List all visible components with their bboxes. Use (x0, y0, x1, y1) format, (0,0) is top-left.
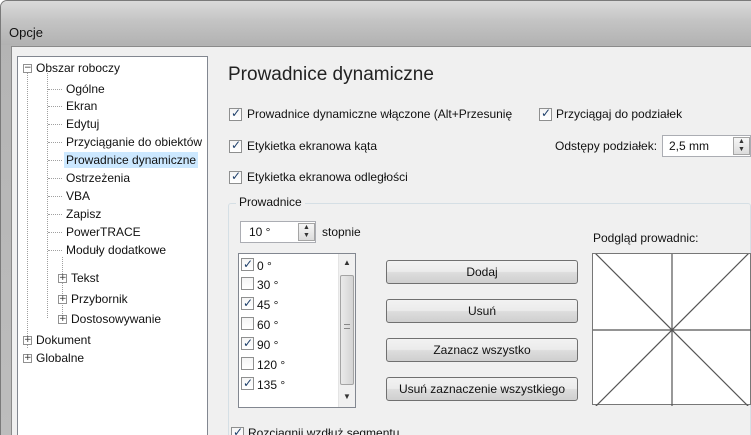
tree-line (48, 214, 62, 215)
tree-item-moduly-dodatkowe[interactable]: Moduły dodatkowe (66, 242, 166, 258)
tree-item-zapisz[interactable]: Zapisz (66, 206, 101, 222)
angle-label-label: Etykietka ekranowa kąta (247, 139, 378, 153)
deselect-all-button[interactable]: Usuń zaznaczenie wszystkiego (386, 377, 578, 401)
angle-list: 0 ° 30 ° 45 ° 60 ° 90 ° 120 ° 135 ° ▲ ▼ (238, 253, 356, 408)
scroll-up-icon[interactable]: ▲ (343, 258, 351, 267)
snap-to-ticks-checkbox[interactable] (539, 106, 552, 121)
tree-item-globalne[interactable]: Globalne (36, 350, 84, 366)
tree-item-ogolne[interactable]: Ogólne (66, 81, 105, 97)
tree-line (27, 73, 28, 348)
tree-item-vba[interactable]: VBA (66, 188, 90, 204)
grip-icon (344, 324, 350, 329)
tree-item-tekst[interactable]: Tekst (71, 270, 99, 286)
scroll-down-icon[interactable]: ▼ (343, 392, 351, 401)
list-item[interactable]: 135 ° (241, 375, 337, 393)
distance-label-label: Etykietka ekranowa odległości (247, 170, 408, 184)
extend-segment-label: Rozciągnij wzdłuż segmentu (248, 426, 400, 435)
expand-icon[interactable]: + (58, 315, 67, 324)
preview-label: Podgląd prowadnic: (593, 231, 699, 245)
tree-item-edytuj[interactable]: Edytuj (66, 116, 99, 132)
list-item[interactable]: 120 ° (241, 355, 337, 373)
snap-to-ticks-label: Przyciągaj do podziałek (556, 107, 683, 121)
remove-button[interactable]: Usuń (386, 299, 578, 323)
guides-preview (552, 210, 751, 435)
expand-icon[interactable]: + (23, 336, 32, 345)
enable-guides-checkbox[interactable] (229, 106, 242, 121)
settings-pane: Prowadnice dynamiczne Prowadnice dynamic… (216, 56, 751, 435)
degree-unit-label: stopnie (322, 225, 361, 239)
list-item[interactable]: 45 ° (241, 295, 337, 313)
angle-checkbox[interactable] (241, 256, 254, 272)
angle-checkbox[interactable] (241, 375, 254, 391)
tree-line (48, 196, 62, 197)
degree-input[interactable]: 10 ° ▲ ▼ (240, 221, 316, 243)
angle-checkbox[interactable] (241, 335, 254, 351)
tree-item-dokument[interactable]: Dokument (36, 332, 91, 348)
distance-label-checkbox[interactable] (229, 169, 242, 184)
angle-checkbox[interactable] (241, 277, 254, 290)
tree-line (48, 178, 62, 179)
guides-group-title: Prowadnice (236, 195, 305, 209)
tree-item-przyciaganie[interactable]: Przyciąganie do obiektów (66, 134, 202, 150)
degree-value: 10 ° (249, 225, 271, 239)
tree-item-przybornik[interactable]: Przybornik (71, 291, 128, 307)
tick-spacing-value: 2,5 mm (669, 139, 710, 153)
tick-spacing-input[interactable]: 2,5 mm ▲ ▼ (662, 135, 751, 157)
tree-item-ostrzezenia[interactable]: Ostrzeżenia (66, 170, 130, 186)
angle-checkbox[interactable] (241, 295, 254, 311)
expand-icon[interactable]: + (58, 295, 67, 304)
list-item[interactable]: 60 ° (241, 315, 337, 333)
options-tree: − Obszar roboczy Ogólne Ekran Edytuj Prz… (17, 56, 208, 435)
title-bar[interactable]: Opcje (1, 1, 751, 45)
angle-label: 135 ° (257, 378, 286, 392)
tree-line (48, 142, 62, 143)
angle-label: 30 ° (257, 278, 279, 292)
tree-line (48, 232, 62, 233)
preview-canvas (552, 210, 751, 435)
list-item[interactable]: 0 ° (241, 256, 337, 274)
tree-line (48, 160, 62, 161)
expand-icon[interactable]: + (23, 354, 32, 363)
angle-label: 60 ° (257, 318, 279, 332)
list-item[interactable]: 90 ° (241, 335, 337, 353)
angle-label: 120 ° (257, 358, 286, 372)
tree-line (48, 89, 62, 90)
page-title: Prowadnice dynamiczne (228, 64, 434, 85)
collapse-icon[interactable]: − (23, 64, 32, 73)
angle-label: 90 ° (257, 338, 279, 352)
angle-label-checkbox[interactable] (229, 138, 242, 153)
select-all-button[interactable]: Zaznacz wszystko (386, 338, 578, 362)
tree-item-obszar-roboczy[interactable]: Obszar roboczy (36, 60, 120, 76)
enable-guides-label: Prowadnice dynamiczne włączone (Alt+Prze… (247, 107, 513, 121)
angle-checkbox[interactable] (241, 357, 254, 370)
angle-checkbox[interactable] (241, 317, 254, 330)
window-title: Opcje (9, 25, 43, 40)
tree-item-dostosowywanie[interactable]: Dostosowywanie (71, 311, 161, 327)
preview-lines (552, 210, 751, 435)
spin-arrows-icon[interactable]: ▲ ▼ (733, 137, 750, 155)
angle-label: 45 ° (257, 298, 279, 312)
tree-line (48, 106, 62, 107)
tick-spacing-label: Odstępy podziałek: (555, 139, 658, 153)
tree-item-powertrace[interactable]: PowerTRACE (66, 224, 141, 240)
tree-line (48, 124, 62, 125)
spin-arrows-icon[interactable]: ▲ ▼ (298, 223, 315, 241)
tree-line (48, 250, 62, 251)
list-scrollbar[interactable]: ▲ ▼ (338, 254, 355, 407)
angle-label: 0 ° (257, 259, 272, 273)
tree-line (62, 257, 63, 318)
expand-icon[interactable]: + (58, 274, 67, 283)
extend-segment-checkbox[interactable] (231, 425, 244, 435)
add-button[interactable]: Dodaj (386, 260, 578, 284)
scrollbar-thumb[interactable] (340, 275, 354, 385)
list-item[interactable]: 30 ° (241, 275, 337, 293)
tree-item-prowadnice-dynamiczne[interactable]: Prowadnice dynamiczne (64, 152, 199, 168)
tree-item-ekran[interactable]: Ekran (66, 98, 97, 114)
